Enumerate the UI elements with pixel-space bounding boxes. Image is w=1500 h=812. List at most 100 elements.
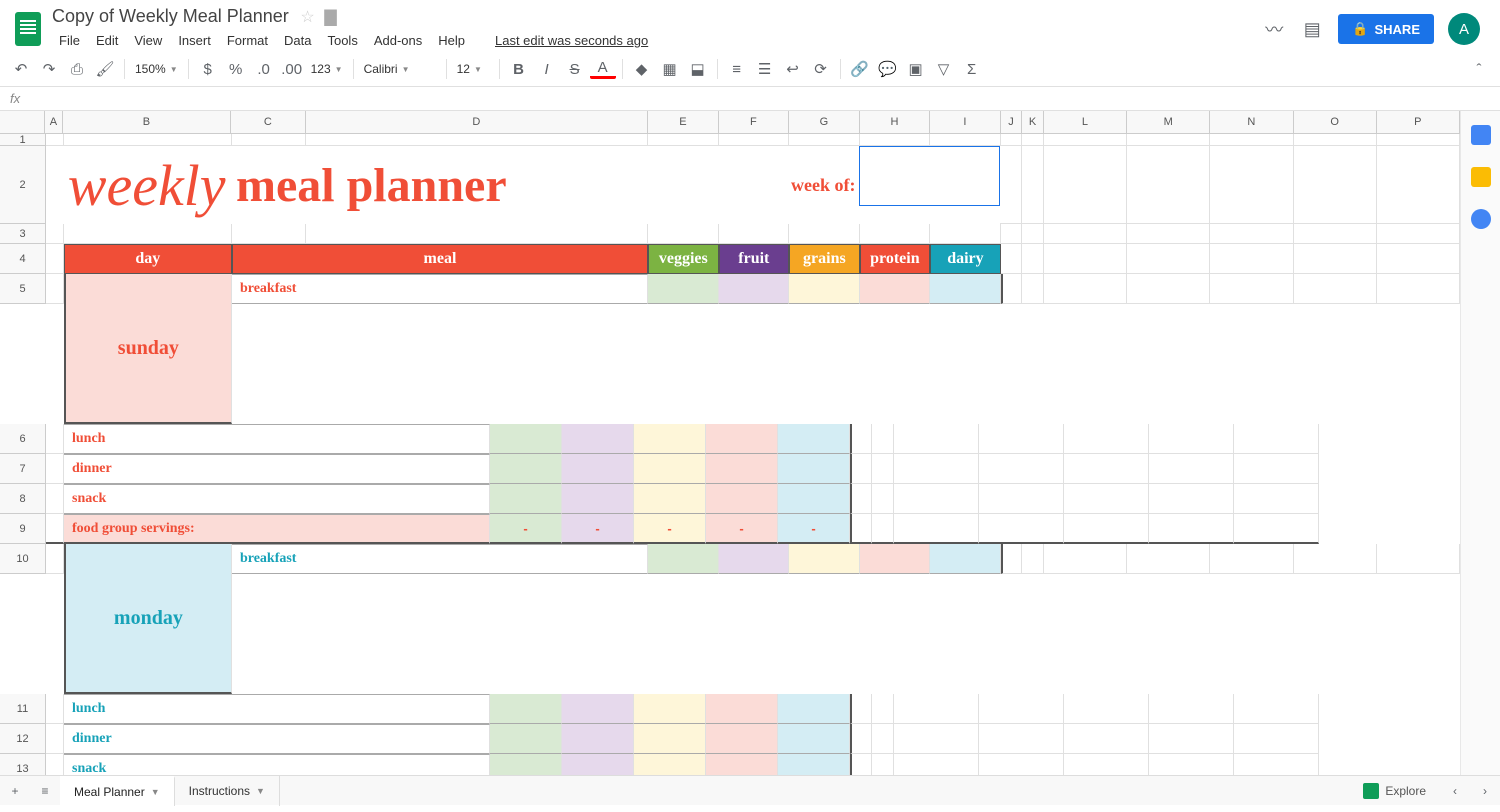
servings-sunday-breakfast-protein[interactable] [860,274,931,304]
servings-sunday-lunch-fruit[interactable] [562,424,634,454]
cell[interactable] [1210,274,1293,304]
cell[interactable] [1234,724,1319,754]
cell[interactable] [789,224,860,244]
cell[interactable] [1234,754,1319,775]
cell[interactable] [872,454,894,484]
cell[interactable] [860,224,931,244]
header-grains[interactable]: grains [789,244,860,274]
cell[interactable] [1064,694,1149,724]
valign-button[interactable]: ☰ [752,56,778,82]
servings-sunday-dinner-dairy[interactable] [778,454,850,484]
wrap-button[interactable]: ↩ [780,56,806,82]
col-header-O[interactable]: O [1294,111,1377,134]
spreadsheet-grid[interactable]: ABCDEFGHIJKLMNOP 12weeklymeal plannerwee… [0,111,1460,775]
totals-sunday-fruit[interactable]: - [562,514,634,544]
cell[interactable] [46,724,64,754]
servings-monday-dinner-grains[interactable] [634,724,706,754]
cell[interactable] [1044,274,1127,304]
servings-monday-snack-dairy[interactable] [778,754,850,775]
cell[interactable] [872,514,894,544]
cell[interactable] [894,424,979,454]
totals-sunday-grains[interactable]: - [634,514,706,544]
cell[interactable] [648,224,719,244]
cell[interactable] [46,244,64,274]
cell[interactable] [1234,454,1319,484]
cell[interactable] [1022,224,1044,244]
cell[interactable] [306,224,648,244]
currency-button[interactable]: $ [195,56,221,82]
more-formats-select[interactable]: 123▼ [307,60,347,78]
zoom-select[interactable]: 150%▼ [131,60,182,78]
cell[interactable] [850,754,872,775]
servings-sunday-dinner-fruit[interactable] [562,454,634,484]
halign-button[interactable]: ≡ [724,56,750,82]
servings-sunday-snack-protein[interactable] [706,484,778,514]
cell[interactable] [850,514,872,544]
cell[interactable] [64,134,232,146]
day-monday[interactable]: monday [64,544,232,694]
cell[interactable] [1294,274,1377,304]
cell[interactable] [1044,134,1127,146]
col-header-C[interactable]: C [231,111,305,134]
keep-addon-icon[interactable] [1471,167,1491,187]
merge-button[interactable]: ⬓ [685,56,711,82]
comment-button[interactable]: 💬 [875,56,901,82]
cell[interactable] [1234,424,1319,454]
menu-edit[interactable]: Edit [89,29,125,52]
cell[interactable] [1294,544,1377,574]
cell[interactable] [979,724,1064,754]
col-header-I[interactable]: I [930,111,1001,134]
sheet-tab-instructions[interactable]: Instructions▼ [175,776,280,806]
cell[interactable] [872,694,894,724]
menu-tools[interactable]: Tools [320,29,364,52]
cell[interactable] [1127,224,1210,244]
cell[interactable] [979,484,1064,514]
undo-button[interactable]: ↶ [8,56,34,82]
meal-sunday-breakfast[interactable]: breakfast [232,274,648,304]
cell[interactable] [1149,514,1234,544]
cell[interactable] [719,134,790,146]
servings-sunday-breakfast-veggies[interactable] [648,274,719,304]
col-header-M[interactable]: M [1127,111,1210,134]
servings-monday-lunch-veggies[interactable] [490,694,562,724]
cell[interactable] [1000,146,1022,224]
meal-monday-lunch[interactable]: lunch [64,694,490,724]
col-header-G[interactable]: G [789,111,860,134]
cell[interactable] [1294,134,1377,146]
menu-view[interactable]: View [127,29,169,52]
cell[interactable] [1022,134,1044,146]
col-header-L[interactable]: L [1044,111,1127,134]
menu-format[interactable]: Format [220,29,275,52]
servings-sunday-breakfast-fruit[interactable] [719,274,790,304]
totals-sunday-protein[interactable]: - [706,514,778,544]
servings-monday-dinner-protein[interactable] [706,724,778,754]
cell[interactable] [46,274,64,304]
cell[interactable] [1210,244,1293,274]
servings-sunday-lunch-protein[interactable] [706,424,778,454]
col-header-A[interactable]: A [45,111,63,134]
cell[interactable] [850,454,872,484]
servings-monday-breakfast-dairy[interactable] [930,544,1001,574]
cell[interactable] [46,694,64,724]
col-header-E[interactable]: E [648,111,719,134]
cell[interactable] [1234,484,1319,514]
cell[interactable] [46,454,64,484]
cell[interactable] [1127,544,1210,574]
title-weekly[interactable]: weekly [64,146,232,224]
filter-button[interactable]: ▽ [931,56,957,82]
cell[interactable] [1149,454,1234,484]
day-sunday[interactable]: sunday [64,274,232,424]
cell[interactable] [930,224,1001,244]
servings-monday-snack-grains[interactable] [634,754,706,775]
servings-sunday-snack-fruit[interactable] [562,484,634,514]
cell[interactable] [1022,244,1044,274]
comments-icon[interactable]: ▤ [1300,17,1324,41]
servings-monday-breakfast-protein[interactable] [860,544,931,574]
cell[interactable] [1149,694,1234,724]
cell[interactable] [1127,146,1210,224]
cell[interactable] [979,424,1064,454]
col-header-D[interactable]: D [306,111,649,134]
cell[interactable] [894,454,979,484]
header-dairy[interactable]: dairy [930,244,1001,274]
header-meal[interactable]: meal [232,244,648,274]
